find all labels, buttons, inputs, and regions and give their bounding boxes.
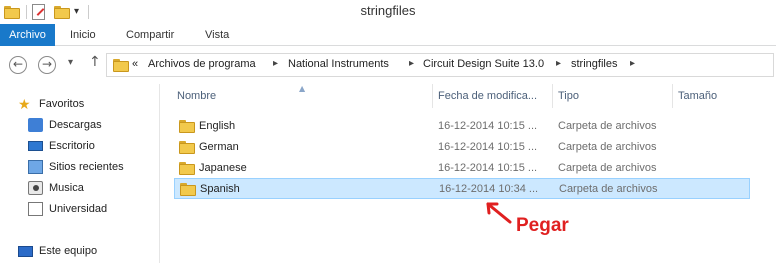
sidebar-item-universidad[interactable]: Universidad [28, 201, 107, 217]
column-divider[interactable] [672, 84, 673, 108]
tab-archivo[interactable]: Archivo [0, 24, 55, 46]
sidebar-item-descargas[interactable]: Descargas [28, 117, 102, 133]
breadcrumb-item[interactable]: Archivos de programa [148, 58, 256, 70]
annotation-label: Pegar [516, 215, 569, 236]
recent-places-icon [28, 160, 43, 174]
file-date: 16-12-2014 10:15 ... [438, 162, 538, 174]
tab-inicio[interactable]: Inicio [70, 24, 96, 46]
recent-locations-icon[interactable]: ▾ [68, 57, 73, 68]
breadcrumb-item[interactable]: Circuit Design Suite 13.0 [423, 58, 544, 70]
ribbon-tabs: Archivo Inicio Compartir Vista [0, 24, 776, 46]
chevron-right-icon[interactable]: ▸ [409, 58, 414, 69]
address-bar[interactable]: « Archivos de programa ▸ National Instru… [106, 53, 774, 77]
file-name: English [199, 120, 236, 132]
tab-compartir[interactable]: Compartir [126, 24, 174, 46]
sidebar-item-label: Universidad [49, 203, 108, 215]
desktop-icon [28, 141, 43, 151]
folder-icon [180, 183, 196, 196]
computer-icon [18, 245, 33, 257]
breadcrumb-item[interactable]: stringfiles [571, 58, 617, 70]
sidebar-item-label: Descargas [49, 119, 102, 131]
file-type: Carpeta de archivos [558, 141, 657, 153]
music-icon [28, 181, 43, 195]
sidebar-item-sitios-recientes[interactable]: Sitios recientes [28, 159, 124, 175]
folder-icon [179, 162, 195, 175]
sidebar-item-favoritos[interactable]: ★ Favoritos [18, 96, 84, 112]
up-arrow-icon[interactable]: ↑ [89, 54, 101, 70]
navigation-bar: ← → ▾ ↑ « Archivos de programa ▸ Nationa… [0, 47, 776, 83]
chevron-right-icon[interactable]: ▸ [630, 58, 635, 69]
chevron-right-icon[interactable]: ▸ [556, 58, 561, 69]
download-icon [28, 118, 43, 132]
tab-vista[interactable]: Vista [205, 24, 229, 46]
file-name: Japanese [199, 162, 247, 174]
breadcrumb-overflow[interactable]: « [132, 58, 138, 70]
folder-icon [113, 59, 129, 72]
forward-button[interactable]: → [38, 56, 56, 74]
file-name: German [199, 141, 239, 153]
file-name: Spanish [200, 183, 240, 195]
back-button[interactable]: ← [9, 56, 27, 74]
column-header-fecha[interactable]: Fecha de modifica... [438, 90, 537, 102]
file-list: ▲ Nombre Fecha de modifica... Tipo Tamañ… [161, 84, 776, 263]
sidebar-item-label: Musica [49, 182, 84, 194]
sidebar-item-escritorio[interactable]: Escritorio [28, 138, 95, 154]
sidebar-item-musica[interactable]: Musica [28, 180, 84, 196]
table-row[interactable]: Japanese 16-12-2014 10:15 ... Carpeta de… [174, 158, 750, 179]
table-row[interactable]: English 16-12-2014 10:15 ... Carpeta de … [174, 116, 750, 137]
sidebar-item-label: Favoritos [39, 98, 85, 110]
file-date: 16-12-2014 10:15 ... [438, 141, 538, 153]
column-divider[interactable] [432, 84, 433, 108]
column-divider[interactable] [552, 84, 553, 108]
title-bar: ▾ stringfiles [0, 0, 776, 24]
navigation-pane: ★ Favoritos Descargas Escritorio Sitios … [0, 84, 160, 263]
column-header-nombre[interactable]: Nombre [177, 90, 216, 102]
file-date: 16-12-2014 10:15 ... [438, 120, 538, 132]
folder-icon [179, 141, 195, 154]
sidebar-item-label: Escritorio [49, 140, 95, 152]
folder-icon [179, 120, 195, 133]
chevron-right-icon[interactable]: ▸ [273, 58, 278, 69]
sidebar-item-label: Este equipo [39, 245, 98, 257]
column-header-tamano[interactable]: Tamaño [678, 90, 717, 102]
file-type: Carpeta de archivos [558, 162, 657, 174]
file-type: Carpeta de archivos [558, 120, 657, 132]
sidebar-item-label: Sitios recientes [49, 161, 124, 173]
column-header-tipo[interactable]: Tipo [558, 90, 579, 102]
sort-ascending-icon: ▲ [299, 84, 306, 93]
sidebar-item-este-equipo[interactable]: Este equipo [18, 243, 97, 259]
table-row-selected[interactable]: Spanish 16-12-2014 10:34 ... Carpeta de … [174, 178, 750, 199]
star-icon: ★ [18, 96, 31, 112]
window-title: stringfiles [360, 3, 416, 18]
breadcrumb-item[interactable]: National Instruments [288, 58, 389, 70]
table-row[interactable]: German 16-12-2014 10:15 ... Carpeta de a… [174, 137, 750, 158]
file-type: Carpeta de archivos [559, 183, 658, 195]
document-icon [28, 202, 43, 216]
file-date: 16-12-2014 10:34 ... [439, 183, 539, 195]
